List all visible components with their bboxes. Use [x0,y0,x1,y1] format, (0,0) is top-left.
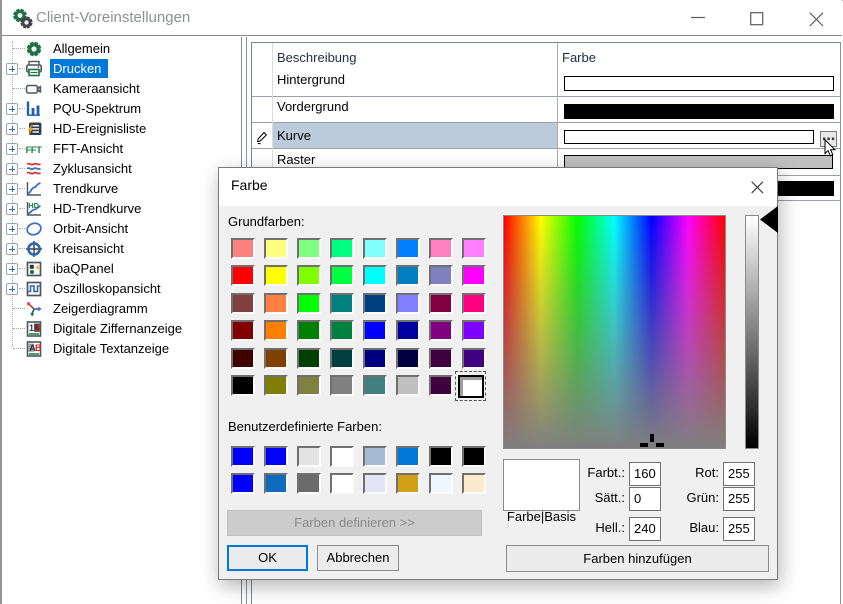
svg-text:HD: HD [28,201,39,210]
svg-text:B: B [35,343,42,353]
svg-text:FFT: FFT [26,145,43,156]
svg-text:2: 2 [35,323,40,333]
svg-text:1: 1 [29,323,34,333]
